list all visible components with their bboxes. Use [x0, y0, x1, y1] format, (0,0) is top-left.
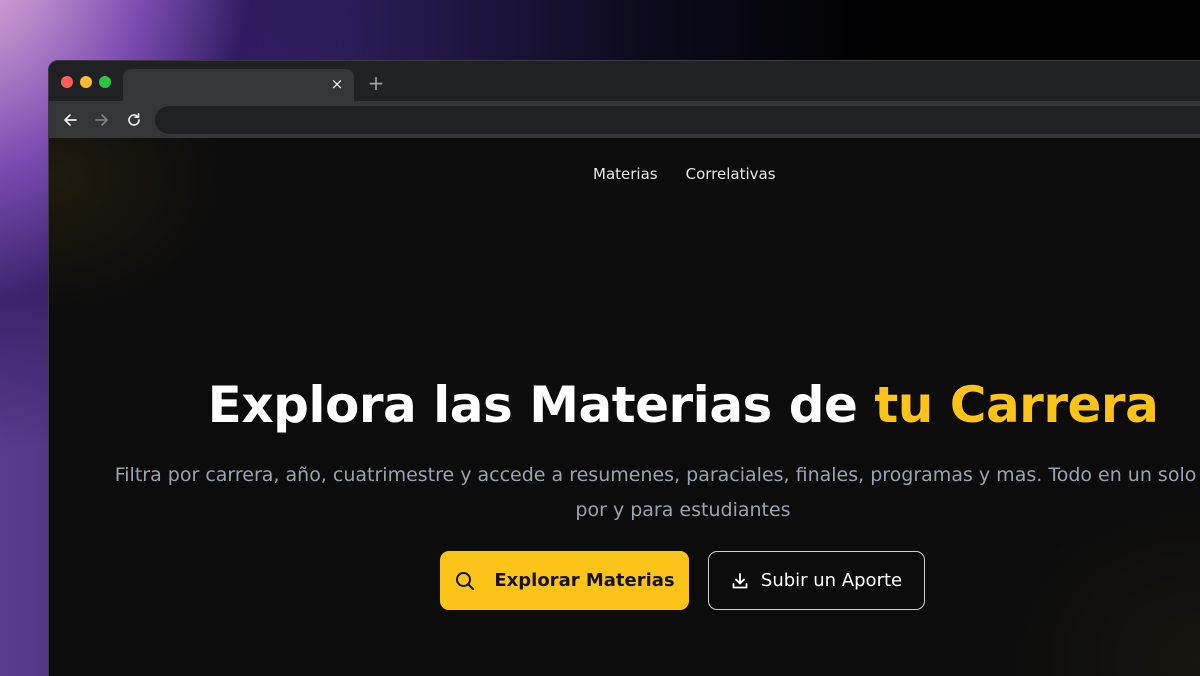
hero-title: Explora las Materias de tu Carrera	[49, 376, 1200, 434]
browser-tab[interactable]: ×	[123, 69, 354, 101]
back-button[interactable]	[59, 109, 81, 131]
minimize-window-button[interactable]	[80, 76, 92, 88]
hero-title-main: Explora las Materias de	[207, 376, 875, 434]
upload-contribution-label: Subir un Aporte	[760, 570, 903, 591]
page-viewport: Materias Correlativas Explora las Materi…	[49, 138, 1200, 676]
title-bar: × +	[49, 61, 1200, 101]
nav-item-materias[interactable]: Materias	[593, 165, 658, 183]
reload-icon	[128, 112, 140, 126]
new-tab-button[interactable]: +	[365, 72, 387, 94]
maximize-window-button[interactable]	[99, 76, 111, 88]
nav-item-correlativas[interactable]: Correlativas	[686, 165, 776, 183]
browser-toolbar	[49, 101, 1200, 138]
arrow-left-icon	[64, 114, 77, 126]
hero-subtitle-line2: por y para estudiantes	[575, 499, 791, 521]
upload-contribution-button[interactable]: Subir un Aporte	[708, 551, 925, 610]
explore-subjects-button[interactable]: Explorar Materias	[440, 551, 689, 610]
arrow-right-icon	[95, 114, 108, 126]
hero-title-accent: tu Carrera	[874, 376, 1159, 434]
address-bar[interactable]	[155, 106, 1200, 134]
reload-button[interactable]	[123, 109, 145, 131]
tab-close-icon[interactable]: ×	[328, 75, 346, 93]
download-icon	[732, 572, 748, 588]
hero-subtitle-line1: Filtra por carrera, año, cuatrimestre y …	[114, 464, 1200, 486]
explore-subjects-label: Explorar Materias	[494, 570, 675, 591]
search-icon	[456, 571, 475, 590]
hero-subtitle: Filtra por carrera, año, cuatrimestre y …	[97, 458, 1200, 528]
browser-window: × + Materias Correlativas Explora las Ma…	[48, 60, 1200, 676]
site-nav: Materias Correlativas	[593, 165, 776, 183]
close-window-button[interactable]	[61, 76, 73, 88]
forward-button[interactable]	[91, 109, 113, 131]
